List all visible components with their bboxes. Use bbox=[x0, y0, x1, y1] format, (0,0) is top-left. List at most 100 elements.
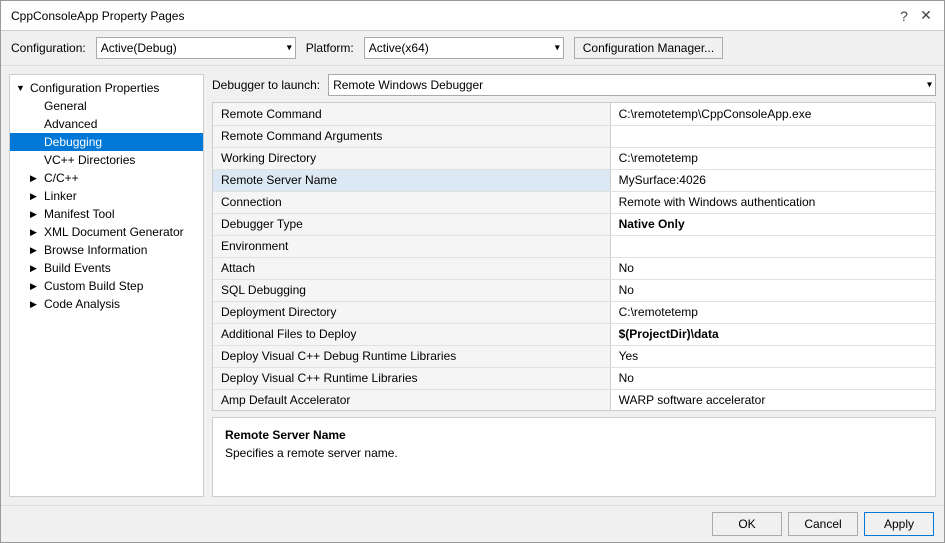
tree-item-custombuild[interactable]: ▶ Custom Build Step bbox=[10, 277, 203, 295]
configuration-select-wrapper: Active(Debug) bbox=[96, 37, 296, 59]
tree-item-xml[interactable]: ▶ XML Document Generator bbox=[10, 223, 203, 241]
manifest-expand-icon: ▶ bbox=[30, 209, 40, 220]
property-value: C:\remotetemp\CppConsoleApp.exe bbox=[610, 103, 935, 125]
config-row: Configuration: Active(Debug) Platform: A… bbox=[1, 31, 944, 66]
title-bar: CppConsoleApp Property Pages ? ✕ bbox=[1, 1, 944, 31]
table-row[interactable]: Working DirectoryC:\remotetemp bbox=[213, 147, 935, 169]
property-value: Remote with Windows authentication bbox=[610, 191, 935, 213]
tree-item-linker-label: Linker bbox=[44, 189, 77, 203]
property-name: Additional Files to Deploy bbox=[213, 323, 610, 345]
table-row[interactable]: Additional Files to Deploy$(ProjectDir)\… bbox=[213, 323, 935, 345]
root-expand-icon: ▼ bbox=[16, 83, 26, 93]
tree-item-debugging[interactable]: Debugging bbox=[10, 133, 203, 151]
tree-item-vcdirs-label: VC++ Directories bbox=[44, 153, 135, 167]
properties-table-container: Remote CommandC:\remotetemp\CppConsoleAp… bbox=[212, 102, 936, 411]
info-panel-title: Remote Server Name bbox=[225, 428, 923, 442]
tree-item-buildevents-label: Build Events bbox=[44, 261, 111, 275]
table-row[interactable]: Remote Command Arguments bbox=[213, 125, 935, 147]
tree-item-custombuild-label: Custom Build Step bbox=[44, 279, 143, 293]
linker-expand-icon: ▶ bbox=[30, 191, 40, 202]
debugger-launch-label: Debugger to launch: bbox=[212, 78, 320, 92]
property-name: Working Directory bbox=[213, 147, 610, 169]
property-value: C:\remotetemp bbox=[610, 147, 935, 169]
configuration-manager-button[interactable]: Configuration Manager... bbox=[574, 37, 723, 59]
property-name: Deploy Visual C++ Runtime Libraries bbox=[213, 367, 610, 389]
table-row[interactable]: AttachNo bbox=[213, 257, 935, 279]
close-button[interactable]: ✕ bbox=[918, 8, 934, 24]
right-panel: Debugger to launch: Remote Windows Debug… bbox=[212, 74, 936, 497]
property-value: Yes bbox=[610, 345, 935, 367]
property-value: No bbox=[610, 279, 935, 301]
property-name: Environment bbox=[213, 235, 610, 257]
table-row[interactable]: Amp Default AcceleratorWARP software acc… bbox=[213, 389, 935, 411]
tree-item-general-label: General bbox=[44, 99, 87, 113]
table-row[interactable]: Debugger TypeNative Only bbox=[213, 213, 935, 235]
tree-item-debugging-label: Debugging bbox=[44, 135, 102, 149]
platform-label: Platform: bbox=[306, 41, 354, 55]
xml-expand-icon: ▶ bbox=[30, 227, 40, 238]
property-name: Connection bbox=[213, 191, 610, 213]
ok-button[interactable]: OK bbox=[712, 512, 782, 536]
table-row[interactable]: Remote Server NameMySurface:4026 bbox=[213, 169, 935, 191]
property-name: Amp Default Accelerator bbox=[213, 389, 610, 411]
tree-item-vcdirs[interactable]: VC++ Directories bbox=[10, 151, 203, 169]
tree-item-cpp[interactable]: ▶ C/C++ bbox=[10, 169, 203, 187]
configuration-select[interactable]: Active(Debug) bbox=[96, 37, 296, 59]
codeanalysis-expand-icon: ▶ bbox=[30, 299, 40, 310]
tree-item-browse-label: Browse Information bbox=[44, 243, 147, 257]
property-value: $(ProjectDir)\data bbox=[610, 323, 935, 345]
tree-root: ▼ Configuration Properties General Advan… bbox=[10, 75, 203, 317]
property-name: Deploy Visual C++ Debug Runtime Librarie… bbox=[213, 345, 610, 367]
table-row[interactable]: ConnectionRemote with Windows authentica… bbox=[213, 191, 935, 213]
property-name: Debugger Type bbox=[213, 213, 610, 235]
debugger-select-wrapper: Remote Windows Debugger bbox=[328, 74, 936, 96]
left-tree-panel: ▼ Configuration Properties General Advan… bbox=[9, 74, 204, 497]
apply-button[interactable]: Apply bbox=[864, 512, 934, 536]
help-button[interactable]: ? bbox=[896, 8, 912, 24]
tree-item-cpp-label: C/C++ bbox=[44, 171, 79, 185]
property-value: No bbox=[610, 257, 935, 279]
buildevents-expand-icon: ▶ bbox=[30, 263, 40, 274]
tree-item-codeanalysis[interactable]: ▶ Code Analysis bbox=[10, 295, 203, 313]
property-name: Deployment Directory bbox=[213, 301, 610, 323]
table-row[interactable]: Deployment DirectoryC:\remotetemp bbox=[213, 301, 935, 323]
table-row[interactable]: Deploy Visual C++ Debug Runtime Librarie… bbox=[213, 345, 935, 367]
bottom-buttons: OK Cancel Apply bbox=[1, 505, 944, 542]
tree-item-advanced[interactable]: Advanced bbox=[10, 115, 203, 133]
custombuild-expand-icon: ▶ bbox=[30, 281, 40, 292]
property-value: Native Only bbox=[610, 213, 935, 235]
tree-root-item[interactable]: ▼ Configuration Properties bbox=[10, 79, 203, 97]
tree-item-general[interactable]: General bbox=[10, 97, 203, 115]
property-name: Remote Server Name bbox=[213, 169, 610, 191]
property-name: Remote Command bbox=[213, 103, 610, 125]
cancel-button[interactable]: Cancel bbox=[788, 512, 858, 536]
title-bar-controls: ? ✕ bbox=[896, 8, 934, 24]
table-row[interactable]: Deploy Visual C++ Runtime LibrariesNo bbox=[213, 367, 935, 389]
table-row[interactable]: Remote CommandC:\remotetemp\CppConsoleAp… bbox=[213, 103, 935, 125]
property-value bbox=[610, 235, 935, 257]
property-value: No bbox=[610, 367, 935, 389]
tree-item-browse[interactable]: ▶ Browse Information bbox=[10, 241, 203, 259]
info-panel-desc: Specifies a remote server name. bbox=[225, 446, 923, 460]
debugger-select[interactable]: Remote Windows Debugger bbox=[328, 74, 936, 96]
property-name: SQL Debugging bbox=[213, 279, 610, 301]
table-row[interactable]: Environment bbox=[213, 235, 935, 257]
tree-root-label: Configuration Properties bbox=[30, 81, 159, 95]
property-name: Attach bbox=[213, 257, 610, 279]
properties-table: Remote CommandC:\remotetemp\CppConsoleAp… bbox=[213, 103, 935, 411]
configuration-label: Configuration: bbox=[11, 41, 86, 55]
tree-item-manifest[interactable]: ▶ Manifest Tool bbox=[10, 205, 203, 223]
tree-item-advanced-label: Advanced bbox=[44, 117, 97, 131]
tree-item-manifest-label: Manifest Tool bbox=[44, 207, 114, 221]
table-row[interactable]: SQL DebuggingNo bbox=[213, 279, 935, 301]
dialog-title: CppConsoleApp Property Pages bbox=[11, 9, 184, 23]
tree-item-linker[interactable]: ▶ Linker bbox=[10, 187, 203, 205]
dialog-window: CppConsoleApp Property Pages ? ✕ Configu… bbox=[0, 0, 945, 543]
info-panel: Remote Server Name Specifies a remote se… bbox=[212, 417, 936, 497]
platform-select[interactable]: Active(x64) bbox=[364, 37, 564, 59]
browse-expand-icon: ▶ bbox=[30, 245, 40, 256]
tree-item-buildevents[interactable]: ▶ Build Events bbox=[10, 259, 203, 277]
property-value: MySurface:4026 bbox=[610, 169, 935, 191]
debugger-launch-row: Debugger to launch: Remote Windows Debug… bbox=[212, 74, 936, 96]
property-value bbox=[610, 125, 935, 147]
